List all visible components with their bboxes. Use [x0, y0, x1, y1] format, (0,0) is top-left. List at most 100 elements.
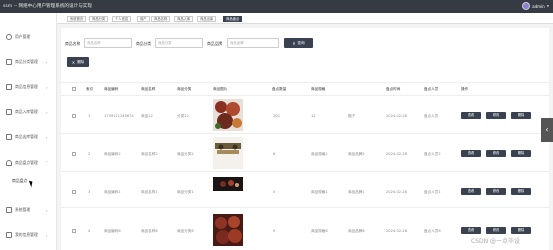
cell-name: 商品名称2: [141, 152, 158, 156]
sidebar-item-goods[interactable]: 商品信息管理 ›: [0, 81, 57, 93]
delete-row-button[interactable]: 删除: [511, 112, 531, 119]
name-input[interactable]: 商品名称: [84, 38, 132, 48]
chevron-down-icon[interactable]: ▼: [547, 4, 549, 8]
product-image: [213, 177, 243, 191]
list-icon: [6, 84, 12, 90]
row-divider: [61, 207, 549, 208]
tab-stock-in[interactable]: 商品入库: [174, 16, 194, 22]
col-image: 商品图片: [213, 87, 228, 91]
sidebar-item-category[interactable]: 商品分类管理 ›: [0, 56, 57, 68]
username[interactable]: admin: [532, 4, 545, 9]
cell-index: 2: [88, 152, 91, 156]
view-button[interactable]: 查看: [461, 227, 481, 234]
top-bar: ssm -- 网络中心用户管理系统的设计与实现 admin ▼: [0, 0, 553, 13]
cell-qty: 9: [273, 229, 276, 233]
chevron-right-icon: ›: [46, 109, 48, 115]
chevron-left-icon[interactable]: ‹: [541, 118, 553, 142]
cell-date: 2024-02-28: [386, 229, 407, 233]
cell-date: 2024-02-28: [386, 152, 407, 156]
tab-inventory[interactable]: 商品盘点: [223, 16, 243, 22]
avatar[interactable]: [522, 2, 531, 10]
tab-profile[interactable]: 个人信息: [112, 16, 132, 22]
delete-row-button[interactable]: 删除: [511, 150, 531, 157]
row-checkbox[interactable]: [72, 229, 76, 233]
chevron-right-icon: ›: [46, 84, 48, 90]
tab-bar: 系统首页 商品分类 个人信息 用户 商品名称 商品入库 商品出库 商品盘点: [57, 13, 553, 24]
tab-home[interactable]: 系统首页: [67, 16, 87, 22]
list-icon: [6, 207, 12, 213]
cell-spec: 12: [311, 114, 316, 118]
cell-code: 1709121245674: [104, 114, 134, 118]
table-header-top-line: [61, 82, 549, 83]
edit-button[interactable]: 修改: [486, 150, 506, 157]
sidebar-item-label: 用户管理: [15, 34, 31, 39]
cell-person: 盘点人员2: [424, 152, 441, 156]
product-image: [213, 99, 243, 131]
cell-index: 1: [88, 114, 91, 118]
col-person: 盘点人员: [424, 87, 439, 91]
name-label: 商品名称: [65, 41, 81, 46]
chevron-right-icon: ›: [46, 59, 48, 65]
cell-person: 盘点人员: [424, 114, 439, 118]
row-checkbox[interactable]: [72, 190, 76, 194]
cell-brand: 商品品牌6: [348, 229, 365, 233]
sidebar-item-my-info[interactable]: 我的信息管理 ›: [0, 229, 57, 241]
cell-category: 商品分类1: [177, 190, 194, 194]
tab-goods-name[interactable]: 商品名称: [151, 16, 171, 22]
tab-stock-out[interactable]: 商品出库: [197, 16, 217, 22]
sidebar-subitem-inventory[interactable]: 商品盘点: [12, 178, 27, 184]
tab-users[interactable]: 用户: [137, 16, 150, 22]
col-code: 商品编码: [104, 87, 119, 91]
sidebar-item-label: 系统管理: [15, 207, 31, 212]
edit-button[interactable]: 修改: [486, 188, 506, 195]
content-panel: [61, 28, 549, 250]
sidebar-item-label: 商品盘点管理: [15, 160, 38, 165]
col-date: 盘点时间: [386, 87, 401, 91]
cell-category: 商品分类2: [177, 152, 194, 156]
edit-button[interactable]: 修改: [486, 112, 506, 119]
cell-brand: 箱子: [348, 114, 356, 118]
select-all-checkbox[interactable]: [72, 87, 76, 91]
col-spec: 商品规格: [311, 87, 326, 91]
food-image: [213, 99, 243, 131]
sidebar-item-label: 商品分类管理: [15, 59, 38, 64]
sidebar-item-stock-out[interactable]: 商品出库管理 ›: [0, 131, 57, 143]
product-image: [213, 137, 243, 169]
table-header-bottom-line: [61, 95, 549, 96]
delete-row-button[interactable]: 删除: [511, 227, 531, 234]
person-icon: [6, 160, 12, 166]
chevron-right-icon: ›: [46, 207, 48, 213]
col-index: 索引: [86, 87, 94, 91]
view-button[interactable]: 查看: [461, 112, 481, 119]
col-category: 商品分类: [177, 87, 192, 91]
user-menu[interactable]: admin ▼: [522, 2, 549, 10]
row-checkbox[interactable]: [72, 152, 76, 156]
chevron-right-icon: ›: [46, 232, 48, 238]
edit-button[interactable]: 修改: [486, 227, 506, 234]
cell-qty: 6: [273, 152, 276, 156]
food-image: [213, 214, 243, 246]
sidebar-item-system[interactable]: 系统管理 ›: [0, 204, 57, 216]
view-button[interactable]: 查看: [461, 188, 481, 195]
category-input[interactable]: 商品分类: [155, 38, 203, 48]
cell-spec: 商品规格6: [311, 229, 328, 233]
delete-button-label: 删除: [77, 59, 85, 64]
brand-input[interactable]: 商品品牌: [227, 38, 279, 48]
search-button[interactable]: ⚲ 查询: [284, 38, 313, 48]
delete-row-button[interactable]: 删除: [511, 188, 531, 195]
row-checkbox[interactable]: [72, 114, 76, 118]
sidebar-item-label: 我的信息管理: [15, 232, 38, 237]
list-icon: [6, 59, 12, 65]
sidebar-item-users[interactable]: 用户管理: [0, 31, 57, 43]
user-icon: [6, 34, 12, 40]
view-button[interactable]: 查看: [461, 150, 481, 157]
search-icon: ⚲: [292, 40, 296, 46]
delete-button[interactable]: ✕ 删除: [67, 57, 89, 67]
cell-qty: 20C: [273, 114, 281, 118]
sidebar-item-inventory[interactable]: 商品盘点管理 ˇ: [0, 157, 57, 169]
cell-person: 盘点人员1: [424, 190, 441, 194]
tab-category[interactable]: 商品分类: [89, 16, 109, 22]
sidebar-item-label: 商品出库管理: [15, 134, 38, 139]
cell-index: 3: [88, 190, 91, 194]
sidebar-item-stock-in[interactable]: 商品入库管理 ›: [0, 106, 57, 118]
